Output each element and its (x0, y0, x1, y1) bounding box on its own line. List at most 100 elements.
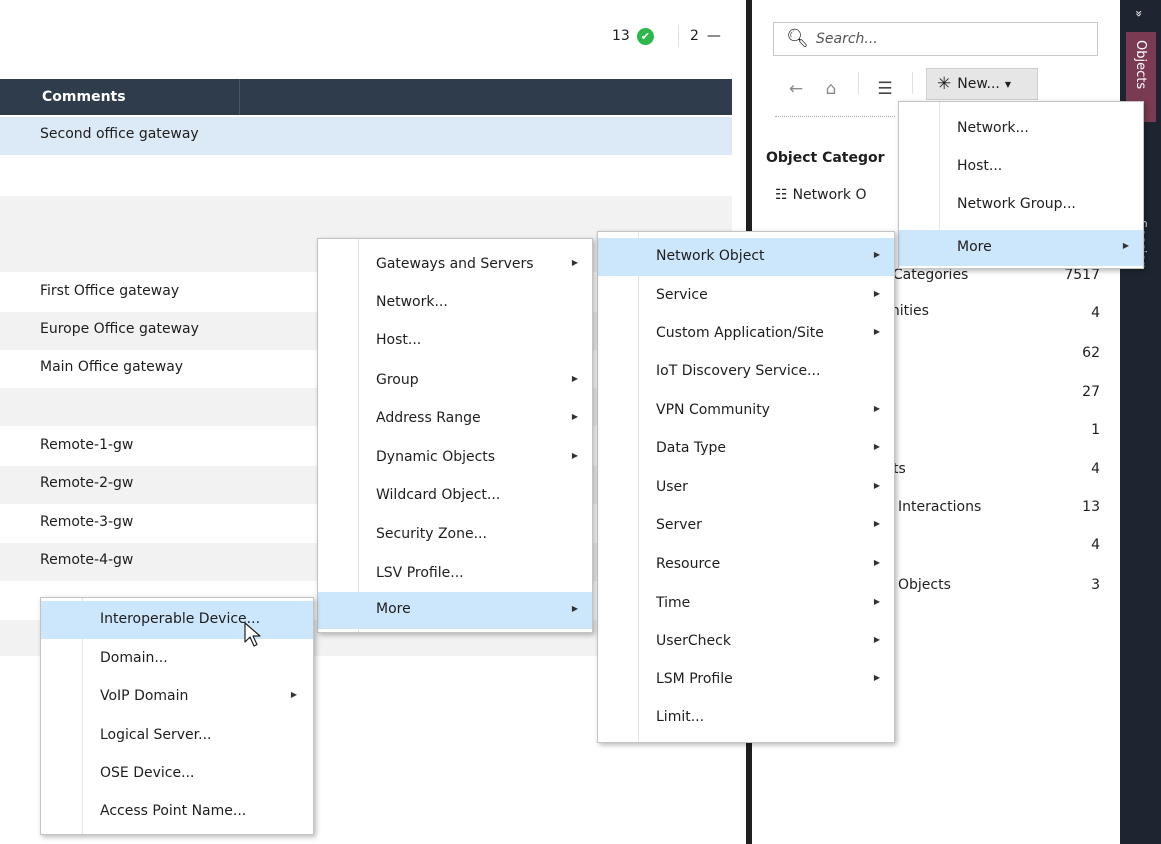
table-row[interactable] (0, 196, 732, 234)
check-icon: ✔ (636, 27, 654, 45)
menu-item-label: Server (656, 517, 702, 533)
menu-item-label: Interoperable Device... (100, 611, 261, 627)
toolbar-divider (858, 72, 859, 94)
submenu-arrow-icon: ▶ (571, 451, 578, 460)
menu-item-lsv-profile[interactable]: LSV Profile... (318, 555, 592, 593)
menu-item-label: Network Object (656, 248, 765, 264)
list-view-icon[interactable]: ☰ (872, 76, 898, 102)
menu-item-access-point-name[interactable]: Access Point Name... (41, 793, 313, 831)
menu-item-usercheck[interactable]: UserCheck ▶ (598, 623, 894, 661)
menu-item-more[interactable]: More ▶ (318, 592, 592, 629)
menu-item-label: IoT Discovery Service... (656, 363, 821, 379)
menu-item-data-type[interactable]: Data Type ▶ (598, 430, 894, 468)
new-button[interactable]: ✳ New... ▼ (926, 68, 1038, 100)
comment-cell: Remote-2-gw (40, 475, 134, 491)
menu-item-vpn-community[interactable]: VPN Community ▶ (598, 392, 894, 430)
menu-item-label: Network Group... (957, 196, 1076, 212)
menu-item-label: Network... (957, 120, 1029, 136)
menu-item-label: UserCheck (656, 633, 731, 649)
submenu-arrow-icon: ▶ (873, 289, 880, 298)
submenu-arrow-icon: ▶ (571, 412, 578, 421)
menu-item-wildcard-object[interactable]: Wildcard Object... (318, 477, 592, 515)
submenu-arrow-icon: ▶ (873, 327, 880, 336)
home-icon[interactable]: ⌂ (819, 76, 843, 102)
menu-item-ose-device[interactable]: OSE Device... (41, 755, 313, 793)
category-network-objects[interactable]: ☷ Network O (775, 187, 867, 203)
status-counter-dash: 2 — (690, 22, 721, 50)
menu-item-network[interactable]: Network... (318, 284, 592, 322)
menu-item-label: Security Zone... (376, 526, 487, 542)
category-count: 13 (1082, 499, 1100, 515)
menu-item-user[interactable]: User ▶ (598, 469, 894, 507)
menu-item-label: Address Range (376, 410, 481, 426)
category-count: 27 (1082, 384, 1100, 400)
menu-item-host[interactable]: Host... (318, 322, 592, 360)
column-divider[interactable] (239, 79, 240, 115)
submenu-arrow-icon: ▶ (873, 558, 880, 567)
object-categories-title: Object Categor (766, 150, 885, 166)
menu-item-interoperable-device[interactable]: Interoperable Device... (41, 601, 313, 639)
new-dropdown-menu: Network... Host... Network Group... More… (898, 101, 1144, 269)
menu-item-domain[interactable]: Domain... (41, 640, 313, 678)
menu-item-label: VoIP Domain (100, 688, 189, 704)
menu-item-label: Access Point Name... (100, 803, 247, 819)
more-submenu: Interoperable Device... Domain... VoIP D… (40, 597, 314, 835)
menu-item-network[interactable]: Network... (899, 110, 1143, 148)
status-counter: 13 ✔ (612, 22, 654, 50)
category-label[interactable]: Objects (898, 577, 951, 593)
network-icon: ☷ (775, 187, 788, 203)
menu-item-security-zone[interactable]: Security Zone... (318, 516, 592, 554)
menu-item-network-group[interactable]: Network Group... (899, 186, 1143, 224)
submenu-arrow-icon: ▶ (873, 442, 880, 451)
menu-item-server[interactable]: Server ▶ (598, 507, 894, 545)
menu-item-time[interactable]: Time ▶ (598, 585, 894, 623)
menu-item-label: Wildcard Object... (376, 487, 501, 503)
menu-item-label: Custom Application/Site (656, 325, 824, 341)
menu-item-label: Dynamic Objects (376, 449, 496, 465)
menu-item-label: OSE Device... (100, 765, 195, 781)
menu-item-voip-domain[interactable]: VoIP Domain ▶ (41, 678, 313, 716)
submenu-arrow-icon: ▶ (873, 635, 880, 644)
submenu-arrow-icon: ▶ (873, 519, 880, 528)
category-label[interactable]: Interactions (898, 499, 981, 515)
menu-item-group[interactable]: Group ▶ (318, 362, 592, 400)
divider-line (775, 116, 895, 117)
submenu-arrow-icon: ▶ (873, 481, 880, 490)
submenu-arrow-icon: ▶ (571, 374, 578, 383)
app-window: 13 ✔ 2 — Comments Second office gateway … (0, 0, 1161, 844)
category-count: 1 (1091, 422, 1100, 438)
category-label: Network O (792, 187, 867, 203)
menu-item-iot-discovery[interactable]: IoT Discovery Service... (598, 353, 894, 391)
menu-item-logical-server[interactable]: Logical Server... (41, 717, 313, 755)
submenu-arrow-icon: ▶ (873, 404, 880, 413)
menu-item-host[interactable]: Host... (899, 148, 1143, 186)
menu-item-gateways-servers[interactable]: Gateways and Servers ▶ (318, 246, 592, 284)
new-star-icon: ✳ (937, 74, 952, 94)
submenu-arrow-icon: ▶ (1122, 241, 1129, 250)
menu-item-service[interactable]: Service ▶ (598, 277, 894, 315)
menu-item-resource[interactable]: Resource ▶ (598, 546, 894, 584)
menu-item-label: VPN Community (656, 402, 770, 418)
search-icon: 🔍︎ (786, 28, 809, 49)
menu-item-network-object[interactable]: Network Object ▶ (598, 238, 894, 276)
menu-item-dynamic-objects[interactable]: Dynamic Objects ▶ (318, 439, 592, 477)
table-header: Comments (0, 79, 732, 115)
menu-item-limit[interactable]: Limit... (598, 699, 894, 737)
menu-item-more[interactable]: More ▶ (899, 230, 1143, 266)
column-header-comments[interactable]: Comments (42, 89, 126, 105)
menu-item-address-range[interactable]: Address Range ▶ (318, 400, 592, 438)
menu-item-custom-application[interactable]: Custom Application/Site ▶ (598, 315, 894, 353)
menu-item-label: Data Type (656, 440, 727, 456)
collapse-icon[interactable]: » (1132, 10, 1146, 17)
network-object-submenu: Gateways and Servers ▶ Network... Host...… (317, 238, 593, 633)
comment-cell: Remote-1-gw (40, 437, 134, 453)
table-row[interactable]: Second office gateway (0, 117, 732, 155)
menu-item-lsm-profile[interactable]: LSM Profile ▶ (598, 661, 894, 699)
search-input[interactable] (816, 29, 1086, 49)
submenu-arrow-icon: ▶ (873, 673, 880, 682)
comment-cell: First Office gateway (40, 283, 180, 299)
menu-item-label: More (376, 601, 411, 617)
back-arrow-icon[interactable]: ← (784, 76, 808, 102)
search-box[interactable]: 🔍︎ (773, 22, 1098, 56)
menu-item-label: User (656, 479, 688, 495)
